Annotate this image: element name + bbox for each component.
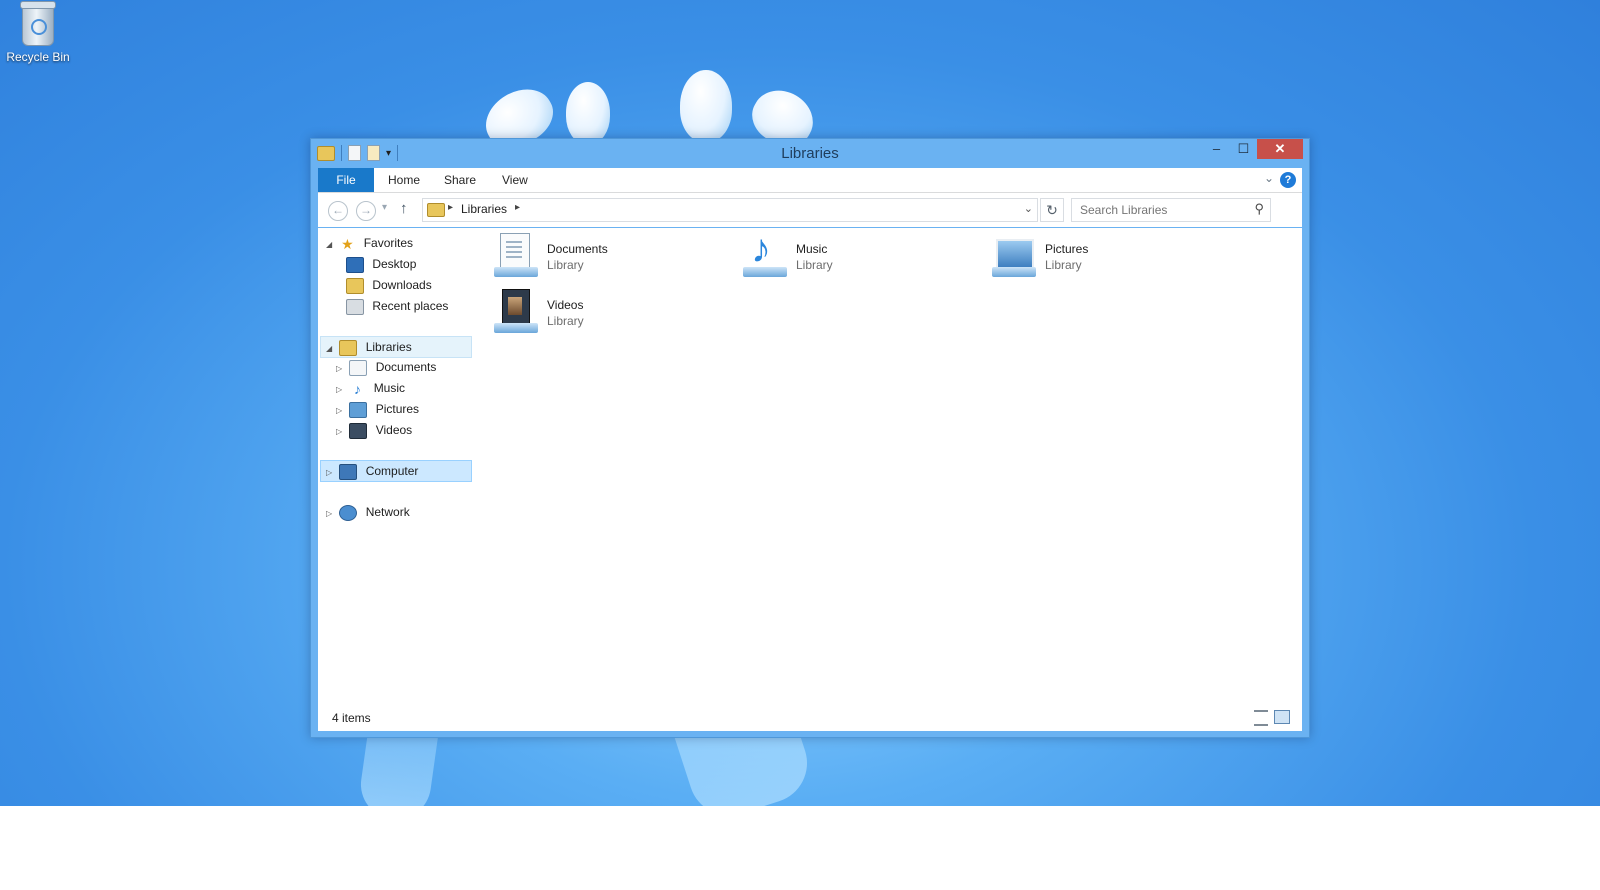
- tree-label: Desktop: [372, 257, 417, 271]
- item-count: 4 items: [332, 711, 371, 725]
- videos-library-icon: [494, 289, 538, 335]
- explorer-body: ◢ ★ Favorites Desktop Downloads Recent p…: [318, 228, 1302, 731]
- library-type: Library: [1045, 258, 1082, 272]
- documents-library-icon: [494, 233, 538, 279]
- collapsed-arrow-icon[interactable]: ▷: [326, 463, 336, 483]
- back-button[interactable]: ←: [328, 201, 348, 221]
- tree-label: Libraries: [365, 340, 412, 354]
- computer-icon: [339, 463, 358, 480]
- tab-home[interactable]: Home: [374, 168, 434, 192]
- network-icon: [339, 504, 358, 521]
- libraries-folder-icon: [427, 203, 445, 217]
- tree-label: Favorites: [363, 236, 414, 250]
- refresh-button[interactable]: ↻: [1040, 198, 1064, 222]
- tree-label: Documents: [375, 360, 437, 374]
- navigation-pane[interactable]: ◢ ★ Favorites Desktop Downloads Recent p…: [318, 228, 474, 705]
- libraries-icon: [339, 339, 358, 356]
- tree-label: Network: [365, 505, 410, 519]
- search-box[interactable]: ⚲: [1071, 198, 1271, 222]
- status-bar: 4 items: [318, 705, 1302, 731]
- library-name: Videos: [547, 298, 584, 312]
- tree-label: Downloads: [372, 278, 432, 292]
- file-view[interactable]: Documents Library ♪ Music Library Pictur…: [488, 228, 1302, 705]
- breadcrumb-separator-icon[interactable]: ▸: [448, 202, 453, 213]
- recycle-bin-icon: [20, 1, 56, 46]
- window-controls: ‒ ☐ ✕: [1203, 139, 1303, 159]
- library-item-pictures[interactable]: Pictures Library: [992, 233, 1212, 285]
- tree-network[interactable]: ▷ Network: [326, 502, 410, 522]
- library-name: Music: [796, 242, 828, 256]
- tab-view[interactable]: View: [488, 168, 542, 192]
- star-icon: ★: [341, 235, 354, 252]
- library-type: Library: [796, 258, 833, 272]
- search-icon[interactable]: ⚲: [1254, 201, 1264, 217]
- music-library-icon: ♪: [743, 229, 787, 279]
- close-button[interactable]: ✕: [1257, 139, 1303, 159]
- expanded-arrow-icon[interactable]: ◢: [326, 339, 336, 359]
- maximize-button[interactable]: ☐: [1230, 139, 1257, 159]
- collapsed-arrow-icon[interactable]: ▷: [336, 422, 346, 442]
- tab-file[interactable]: File: [318, 168, 374, 192]
- expanded-arrow-icon[interactable]: ◢: [326, 235, 336, 255]
- library-item-documents[interactable]: Documents Library: [494, 233, 714, 285]
- music-note-icon: ♪: [353, 380, 361, 397]
- minimize-button[interactable]: ‒: [1203, 139, 1230, 159]
- tree-label: Pictures: [375, 402, 420, 416]
- tree-item-pictures[interactable]: ▷ Pictures: [336, 399, 419, 419]
- breadcrumb-libraries[interactable]: Libraries: [461, 202, 507, 216]
- help-icon[interactable]: ?: [1280, 172, 1296, 188]
- tree-item-downloads[interactable]: Downloads: [346, 275, 432, 295]
- tree-item-desktop[interactable]: Desktop: [346, 254, 416, 274]
- search-input[interactable]: [1078, 202, 1242, 218]
- collapsed-arrow-icon[interactable]: ▷: [336, 401, 346, 421]
- tab-share[interactable]: Share: [430, 168, 490, 192]
- recycle-bin[interactable]: Recycle Bin: [6, 1, 70, 64]
- library-type: Library: [547, 314, 584, 328]
- library-item-videos[interactable]: Videos Library: [494, 289, 714, 341]
- wallpaper-petal: [680, 70, 732, 142]
- documents-icon: [349, 359, 368, 376]
- tree-label: Videos: [375, 423, 413, 437]
- tree-favorites[interactable]: ◢ ★ Favorites: [326, 233, 413, 253]
- up-button[interactable]: ↑: [400, 200, 408, 217]
- address-bar[interactable]: ▸ Libraries ▸ ⌄: [422, 198, 1038, 222]
- navigation-bar: ← → ▾ ↑ ▸ Libraries ▸ ⌄ ↻ ⚲: [318, 193, 1302, 227]
- tree-libraries[interactable]: ◢ Libraries: [320, 336, 472, 358]
- collapsed-arrow-icon[interactable]: ▷: [336, 359, 346, 379]
- wallpaper-petal: [566, 82, 610, 144]
- downloads-icon: [346, 277, 364, 294]
- window-title: Libraries: [781, 145, 839, 162]
- breadcrumb-separator-icon[interactable]: ▸: [515, 202, 520, 213]
- library-name: Pictures: [1045, 242, 1089, 256]
- large-icons-view-icon[interactable]: [1274, 710, 1290, 724]
- pictures-icon: [349, 401, 368, 418]
- recent-places-icon: [346, 298, 364, 315]
- collapsed-arrow-icon[interactable]: ▷: [336, 380, 346, 400]
- details-view-icon[interactable]: [1254, 710, 1268, 726]
- tree-item-music[interactable]: ▷ ♪ Music: [336, 378, 405, 398]
- tree-label: Recent places: [372, 299, 449, 313]
- expand-ribbon-chevron-icon[interactable]: ⌄: [1264, 171, 1274, 185]
- film-icon: [349, 422, 368, 439]
- address-history-chevron-icon[interactable]: ⌄: [1024, 202, 1033, 215]
- library-type: Library: [547, 258, 584, 272]
- tree-label: Computer: [365, 464, 419, 478]
- forward-button[interactable]: →: [356, 201, 376, 221]
- tree-label: Music: [373, 381, 406, 395]
- title-bar[interactable]: ▾ Libraries ‒ ☐ ✕: [311, 139, 1309, 169]
- tree-item-videos[interactable]: ▷ Videos: [336, 420, 412, 440]
- tree-computer[interactable]: ▷ Computer: [320, 460, 472, 482]
- ribbon-tabs: File Home Share View ⌄ ?: [318, 168, 1302, 193]
- tree-item-recent-places[interactable]: Recent places: [346, 296, 448, 316]
- recycle-bin-label: Recycle Bin: [6, 50, 70, 64]
- desktop-icon: [346, 256, 364, 273]
- recent-locations-chevron-icon[interactable]: ▾: [382, 202, 387, 213]
- collapsed-arrow-icon[interactable]: ▷: [326, 504, 336, 524]
- tree-item-documents[interactable]: ▷ Documents: [336, 357, 436, 377]
- library-item-music[interactable]: ♪ Music Library: [743, 229, 963, 285]
- pictures-library-icon: [992, 233, 1036, 279]
- library-name: Documents: [547, 242, 608, 256]
- explorer-window: ▾ Libraries ‒ ☐ ✕ File Home Share View ⌄…: [310, 138, 1310, 738]
